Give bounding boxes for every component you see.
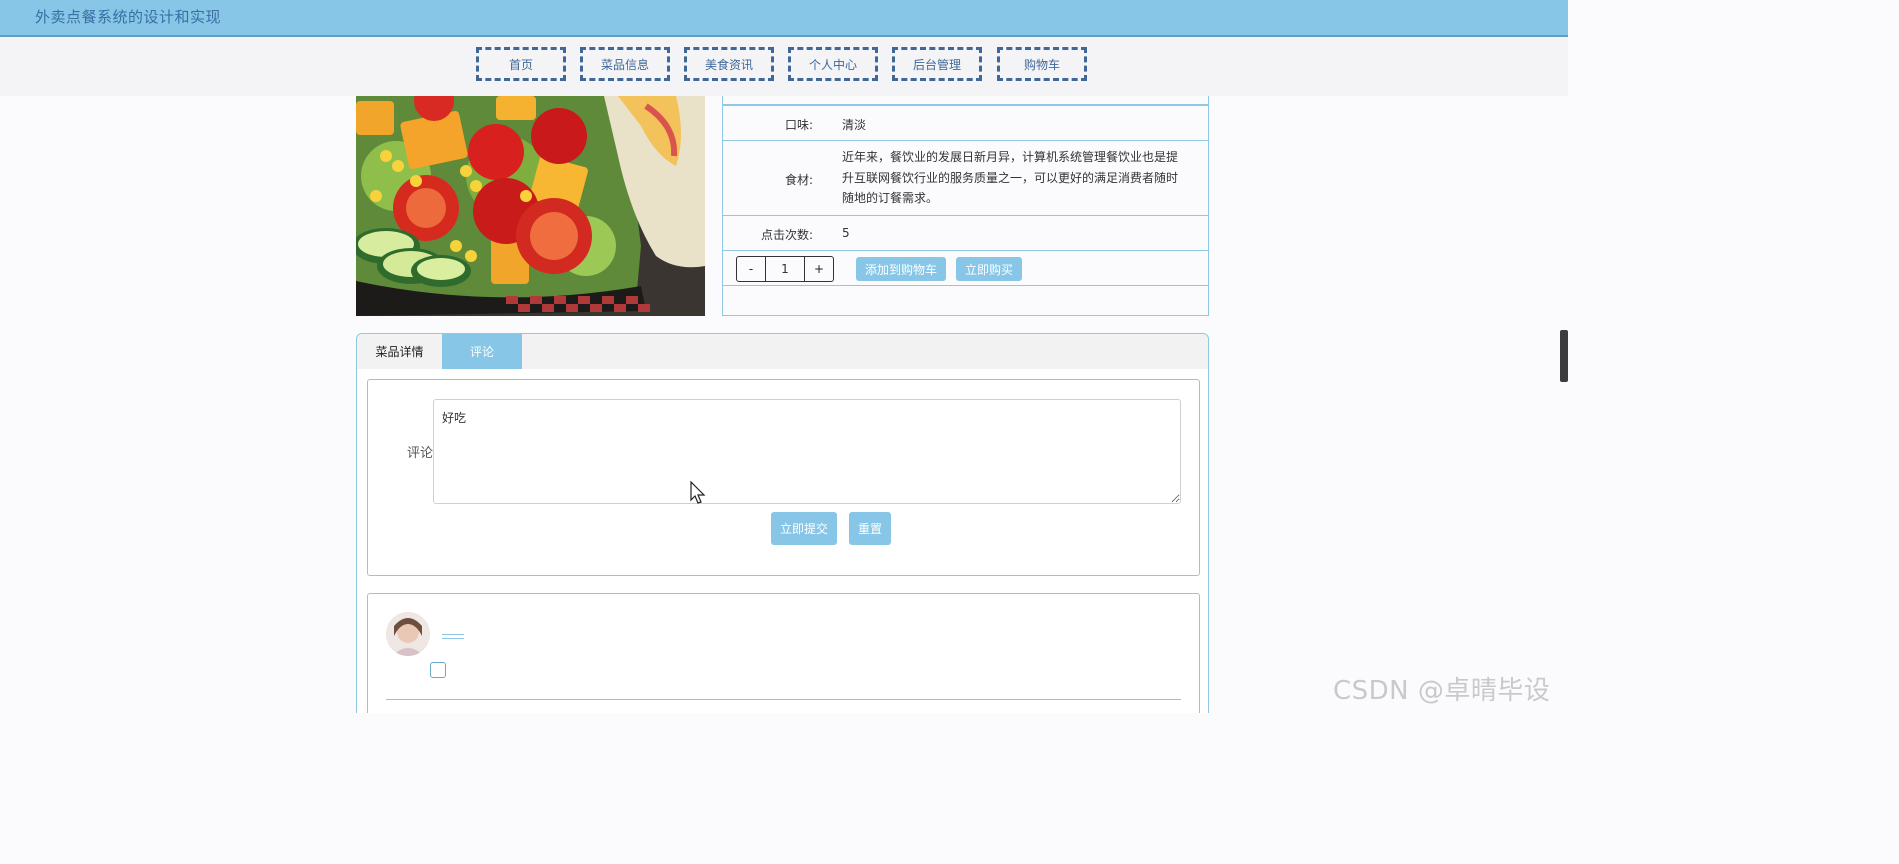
reset-button[interactable]: 重置 bbox=[849, 512, 891, 545]
detail-tabs-panel: 菜品详情 评论 评论 立即提交 重置 bbox=[356, 333, 1209, 713]
ingredients-value: 近年来，餐饮业的发展日新月异，计算机系统管理餐饮业也是提升互联网餐饮行业的服务质… bbox=[842, 150, 1179, 205]
comment-form: 评论 立即提交 重置 bbox=[367, 379, 1200, 576]
flavor-label: 口味: bbox=[784, 118, 813, 132]
add-to-cart-button[interactable]: 添加到购物车 bbox=[856, 257, 946, 281]
nav-item-admin[interactable]: 后台管理 bbox=[892, 47, 982, 81]
mouse-cursor-icon bbox=[690, 481, 706, 504]
quantity-minus-button[interactable]: - bbox=[737, 257, 765, 281]
table-row-clicks: 点击次数: 5 bbox=[723, 215, 1208, 250]
table-row-empty bbox=[723, 285, 1208, 315]
watermark: CSDN @卓晴毕设 bbox=[1333, 676, 1551, 706]
tab-comments[interactable]: 评论 bbox=[442, 334, 522, 369]
nav-item-home[interactable]: 首页 bbox=[476, 47, 566, 81]
comment-username bbox=[442, 634, 464, 639]
clicks-label: 点击次数: bbox=[760, 228, 813, 242]
app-title: 外卖点餐系统的设计和实现 bbox=[35, 8, 222, 26]
nav-item-cart[interactable]: 购物车 bbox=[997, 47, 1087, 81]
table-row-flavor: 口味: 清淡 bbox=[723, 105, 1208, 140]
buy-now-button[interactable]: 立即购买 bbox=[956, 257, 1022, 281]
quantity-input[interactable]: 1 bbox=[765, 257, 805, 281]
quantity-plus-button[interactable]: + bbox=[805, 257, 833, 281]
comment-checkbox[interactable] bbox=[430, 662, 446, 678]
clicks-value: 5 bbox=[842, 226, 850, 240]
nav-item-profile[interactable]: 个人中心 bbox=[788, 47, 878, 81]
user-avatar-icon bbox=[386, 612, 430, 656]
comment-label: 评论 bbox=[406, 446, 433, 461]
submit-comment-button[interactable]: 立即提交 bbox=[771, 512, 837, 545]
nav-item-news[interactable]: 美食资讯 bbox=[684, 47, 774, 81]
comment-textarea[interactable] bbox=[433, 399, 1181, 504]
table-row-actions: - 1 + 添加到购物车 立即购买 bbox=[723, 250, 1208, 285]
quantity-stepper: - 1 + bbox=[736, 256, 834, 282]
page: 外卖点餐系统的设计和实现 首页 菜品信息 美食资讯 个人中心 后台管理 购物车 bbox=[0, 0, 1568, 713]
dish-info-table: 口味: 清淡 食材: 近年来，餐饮业的发展日新月异，计算机系统管理餐饮业也是提升… bbox=[722, 96, 1209, 316]
page-scrollbar[interactable] bbox=[1560, 330, 1568, 382]
tab-dish-details[interactable]: 菜品详情 bbox=[357, 334, 442, 369]
avatar bbox=[386, 612, 430, 656]
nav-item-dishes[interactable]: 菜品信息 bbox=[580, 47, 670, 81]
ingredients-label: 食材: bbox=[784, 173, 813, 187]
tab-bar: 菜品详情 评论 bbox=[357, 334, 1208, 369]
dish-image bbox=[356, 96, 705, 316]
comment-list bbox=[367, 593, 1200, 713]
main-nav: 首页 菜品信息 美食资讯 个人中心 后台管理 购物车 bbox=[0, 37, 1568, 96]
table-row-ingredients: 食材: 近年来，餐饮业的发展日新月异，计算机系统管理餐饮业也是提升互联网餐饮行业… bbox=[723, 140, 1208, 215]
top-header: 外卖点餐系统的设计和实现 bbox=[0, 0, 1568, 37]
salad-illustration bbox=[356, 96, 705, 316]
flavor-value: 清淡 bbox=[842, 118, 867, 132]
comment-divider bbox=[386, 699, 1181, 700]
